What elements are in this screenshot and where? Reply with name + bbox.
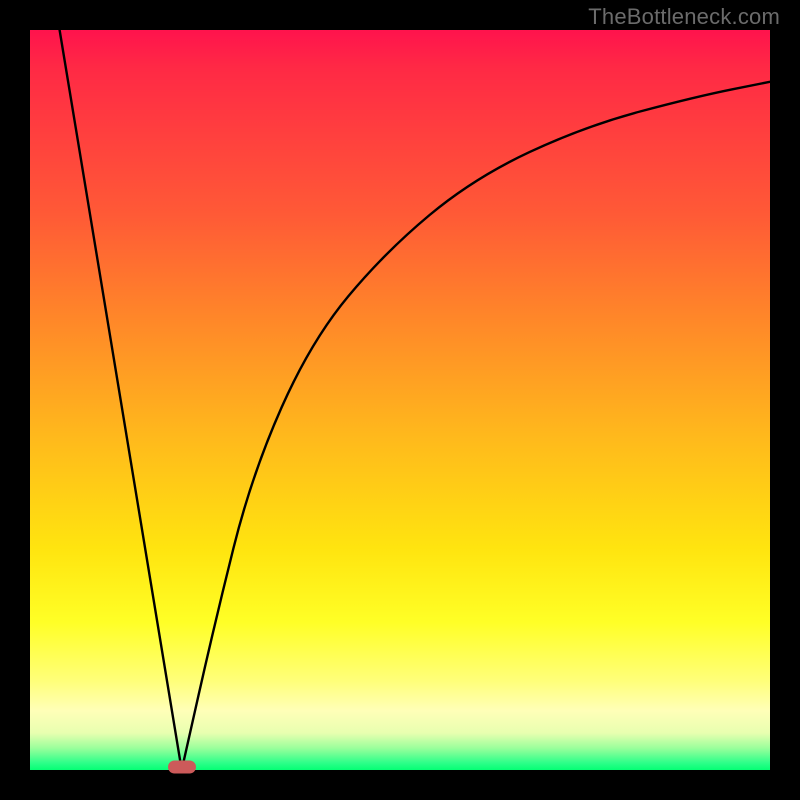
bottleneck-curve xyxy=(30,30,770,770)
plot-area xyxy=(30,30,770,770)
watermark-text: TheBottleneck.com xyxy=(588,4,780,30)
chart-frame: TheBottleneck.com xyxy=(0,0,800,800)
curve-path xyxy=(60,30,770,770)
optimal-marker-icon xyxy=(168,761,196,774)
